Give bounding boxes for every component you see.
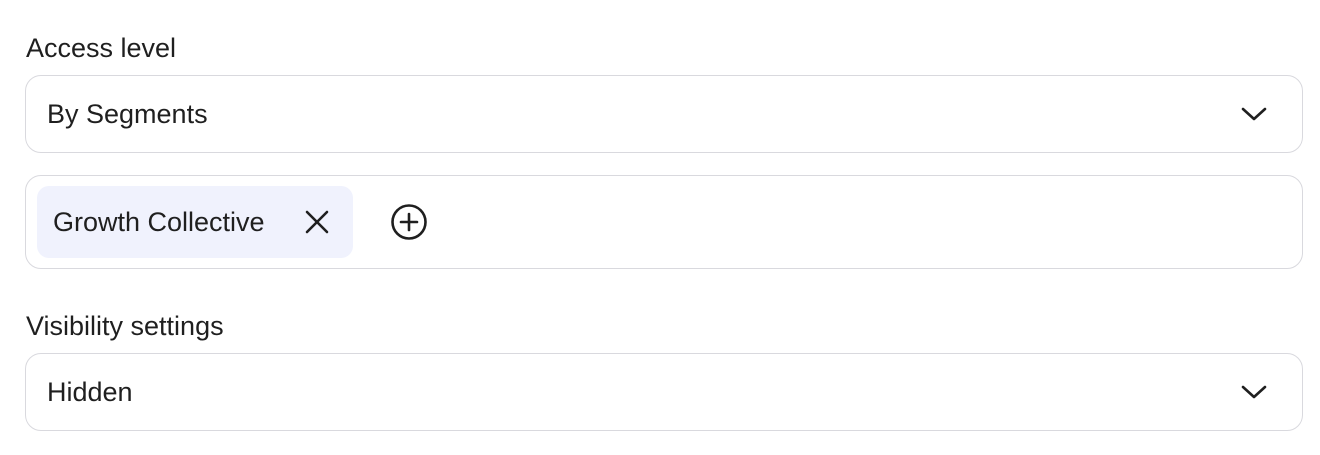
segment-chip: Growth Collective: [37, 186, 353, 258]
visibility-settings-value: Hidden: [47, 376, 133, 407]
close-icon[interactable]: [303, 208, 331, 236]
segment-selector: Growth Collective: [25, 175, 1303, 269]
visibility-settings-select[interactable]: Hidden: [25, 353, 1303, 431]
chevron-down-icon: [1241, 385, 1267, 399]
plus-circle-icon[interactable]: [390, 203, 428, 241]
access-level-select[interactable]: By Segments: [25, 75, 1303, 153]
segment-chip-label: Growth Collective: [53, 206, 265, 237]
access-level-label: Access level: [26, 33, 177, 63]
visibility-settings-label: Visibility settings: [26, 311, 224, 341]
chevron-down-icon: [1241, 107, 1267, 121]
access-level-value: By Segments: [47, 98, 208, 129]
